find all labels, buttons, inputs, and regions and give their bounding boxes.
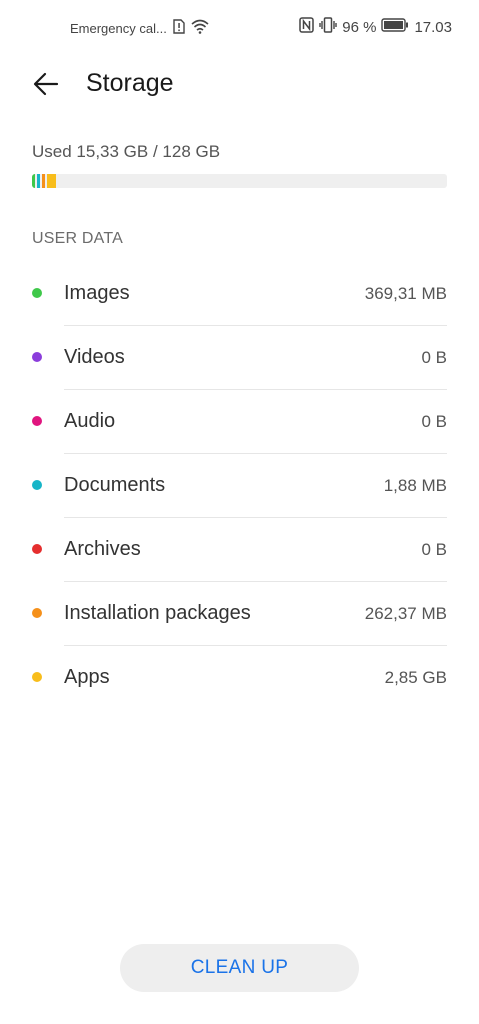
installation-packages-color-dot xyxy=(32,608,42,618)
battery-percent: 96 % xyxy=(342,19,377,36)
category-size: 369,31 MB xyxy=(364,284,447,303)
nfc-icon xyxy=(299,17,314,39)
videos-color-dot xyxy=(32,352,42,362)
arrow-left-icon xyxy=(33,72,59,96)
usage-segment-documents xyxy=(37,174,40,188)
status-bar: Emergency cal... 96 % 17.03 xyxy=(0,0,479,56)
category-row-videos[interactable]: Videos 0 B xyxy=(0,326,479,390)
storage-usage-bar xyxy=(32,174,447,188)
clean-up-button[interactable]: CLEAN UP xyxy=(120,944,359,992)
usage-segment-apps xyxy=(47,174,56,188)
category-list: Images 369,31 MB Videos 0 B Audio 0 B Do… xyxy=(0,262,479,710)
category-label: Installation packages xyxy=(64,602,251,624)
status-bar-right: 96 % 17.03 xyxy=(299,17,452,39)
clock: 17.03 xyxy=(414,19,452,36)
category-row-documents[interactable]: Documents 1,88 MB xyxy=(0,454,479,518)
category-size: 1,88 MB xyxy=(383,476,447,495)
documents-color-dot xyxy=(32,480,42,490)
app-header: Storage xyxy=(0,56,479,112)
category-row-images[interactable]: Images 369,31 MB xyxy=(0,262,479,326)
category-label: Videos xyxy=(64,346,125,368)
vibrate-icon xyxy=(319,17,337,39)
category-label: Documents xyxy=(64,474,166,496)
category-size: 0 B xyxy=(421,412,447,431)
category-label: Audio xyxy=(64,410,116,432)
apps-color-dot xyxy=(32,672,42,682)
category-size: 2,85 GB xyxy=(384,668,447,687)
category-size: 0 B xyxy=(421,348,447,367)
sim-alert-icon xyxy=(173,19,185,37)
status-bar-left: Emergency cal... xyxy=(70,19,209,37)
carrier-text: Emergency cal... xyxy=(70,20,167,36)
battery-icon xyxy=(381,18,409,38)
category-label: Archives xyxy=(64,538,141,560)
storage-screen: Emergency cal... 96 % 17.03 Storage Used… xyxy=(0,0,479,1024)
category-row-audio[interactable]: Audio 0 B xyxy=(0,390,479,454)
category-size: 0 B xyxy=(421,540,447,559)
category-size: 262,37 MB xyxy=(364,604,447,623)
back-button[interactable] xyxy=(26,64,66,104)
audio-color-dot xyxy=(32,416,42,426)
wifi-icon xyxy=(191,19,209,37)
section-header-user-data: USER DATA xyxy=(32,230,123,247)
category-label: Apps xyxy=(64,666,110,688)
page-title: Storage xyxy=(86,69,174,97)
usage-segment-installation-packages xyxy=(42,174,45,188)
images-color-dot xyxy=(32,288,42,298)
usage-segment-images xyxy=(32,174,35,188)
storage-usage-text: Used 15,33 GB / 128 GB xyxy=(32,142,221,161)
category-row-installation-packages[interactable]: Installation packages 262,37 MB xyxy=(0,582,479,646)
category-label: Images xyxy=(64,282,130,304)
category-row-archives[interactable]: Archives 0 B xyxy=(0,518,479,582)
archives-color-dot xyxy=(32,544,42,554)
category-row-apps[interactable]: Apps 2,85 GB xyxy=(0,646,479,710)
